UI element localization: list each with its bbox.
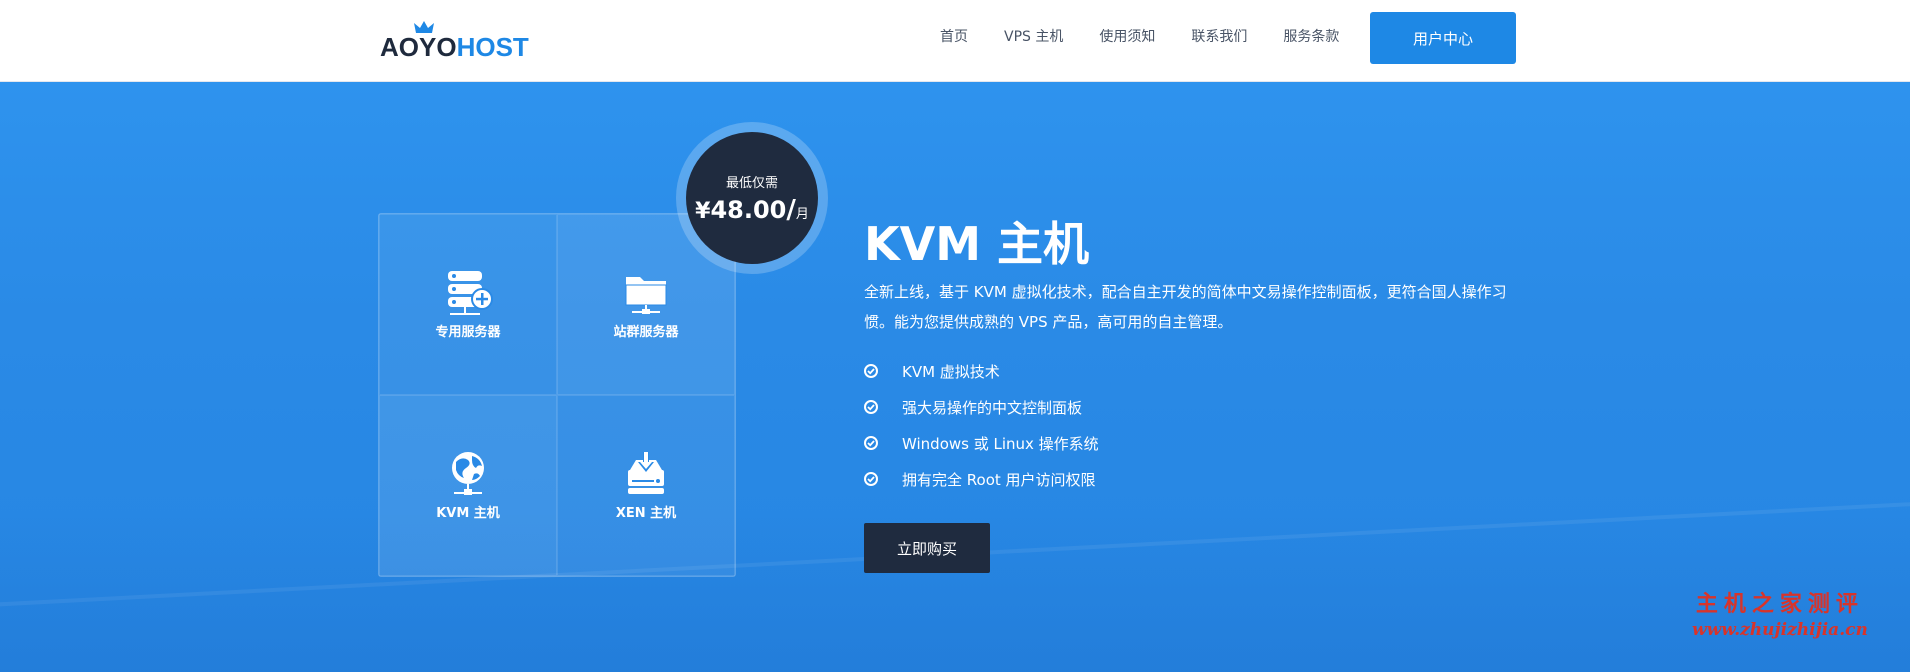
price-slash: / — [786, 194, 796, 225]
nav-item-contact[interactable]: 联系我们 — [1191, 27, 1247, 47]
product-label: KVM 主机 — [436, 506, 500, 521]
product-kvm-host[interactable]: KVM 主机 — [379, 395, 557, 576]
drive-download-icon — [628, 452, 664, 494]
folder-network-icon — [625, 277, 667, 314]
nav-item-terms-of-use[interactable]: 使用须知 — [1099, 27, 1155, 47]
feature-text: KVM 虚拟技术 — [902, 362, 1000, 381]
buy-now-button[interactable]: 立即购买 — [864, 523, 990, 573]
feature-item: KVM 虚拟技术 — [864, 353, 1099, 389]
feature-text: 强大易操作的中文控制面板 — [902, 398, 1083, 417]
product-grid: 专用服务器 站群服务器 KVM 主机 XEN 主机 — [378, 213, 736, 577]
user-center-button[interactable]: 用户中心 — [1370, 12, 1516, 64]
price-currency: ¥ — [695, 198, 711, 224]
product-label: 专用服务器 — [435, 325, 501, 340]
logo-text-primary: AOYO — [380, 32, 457, 62]
site-header: AOYOHOST 首页 VPS 主机 使用须知 联系我们 服务条款 用户中心 — [0, 0, 1910, 82]
feature-item: 拥有完全 Root 用户访问权限 — [864, 461, 1099, 497]
server-plus-icon — [448, 271, 493, 315]
feature-item: 强大易操作的中文控制面板 — [864, 389, 1099, 425]
feature-text: Windows 或 Linux 操作系统 — [902, 434, 1099, 453]
hero-title: KVM 主机 — [864, 217, 1090, 271]
feature-text: 拥有完全 Root 用户访问权限 — [902, 470, 1096, 489]
watermark-title: 主机之家测评 — [1695, 591, 1864, 617]
price-badge-label: 最低仅需 — [725, 175, 778, 191]
price-value: ¥48.00/月 — [695, 195, 809, 225]
check-circle-icon — [864, 364, 878, 378]
check-circle-icon — [864, 400, 878, 414]
nav-item-service-terms[interactable]: 服务条款 — [1283, 27, 1339, 47]
main-nav: 首页 VPS 主机 使用须知 联系我们 服务条款 — [940, 27, 1375, 47]
product-label: XEN 主机 — [615, 506, 677, 521]
product-dedicated-server[interactable]: 专用服务器 — [379, 214, 557, 395]
feature-item: Windows 或 Linux 操作系统 — [864, 425, 1099, 461]
feature-list: KVM 虚拟技术 强大易操作的中文控制面板 Windows 或 Linux 操作… — [864, 353, 1099, 497]
watermark: 主机之家测评 www.zhujizhijia.cn — [1692, 586, 1868, 640]
hero-description: 全新上线，基于 KVM 虚拟化技术，配合自主开发的简体中文易操作控制面板，更符合… — [864, 283, 1507, 331]
product-xen-host[interactable]: XEN 主机 — [557, 395, 735, 576]
price-amount: 48.00 — [710, 195, 787, 224]
product-label: 站群服务器 — [613, 325, 679, 340]
logo-text-secondary: HOST — [456, 32, 529, 62]
watermark-url: www.zhujizhijia.cn — [1692, 620, 1868, 640]
price-unit: 月 — [795, 206, 809, 222]
nav-item-home[interactable]: 首页 — [940, 27, 968, 47]
globe-network-icon — [452, 452, 484, 495]
price-badge: 最低仅需 ¥48.00/月 — [686, 132, 818, 264]
check-circle-icon — [864, 436, 878, 450]
check-circle-icon — [864, 472, 878, 486]
logo[interactable]: AOYOHOST — [380, 20, 529, 62]
nav-item-vps[interactable]: VPS 主机 — [1004, 27, 1063, 47]
